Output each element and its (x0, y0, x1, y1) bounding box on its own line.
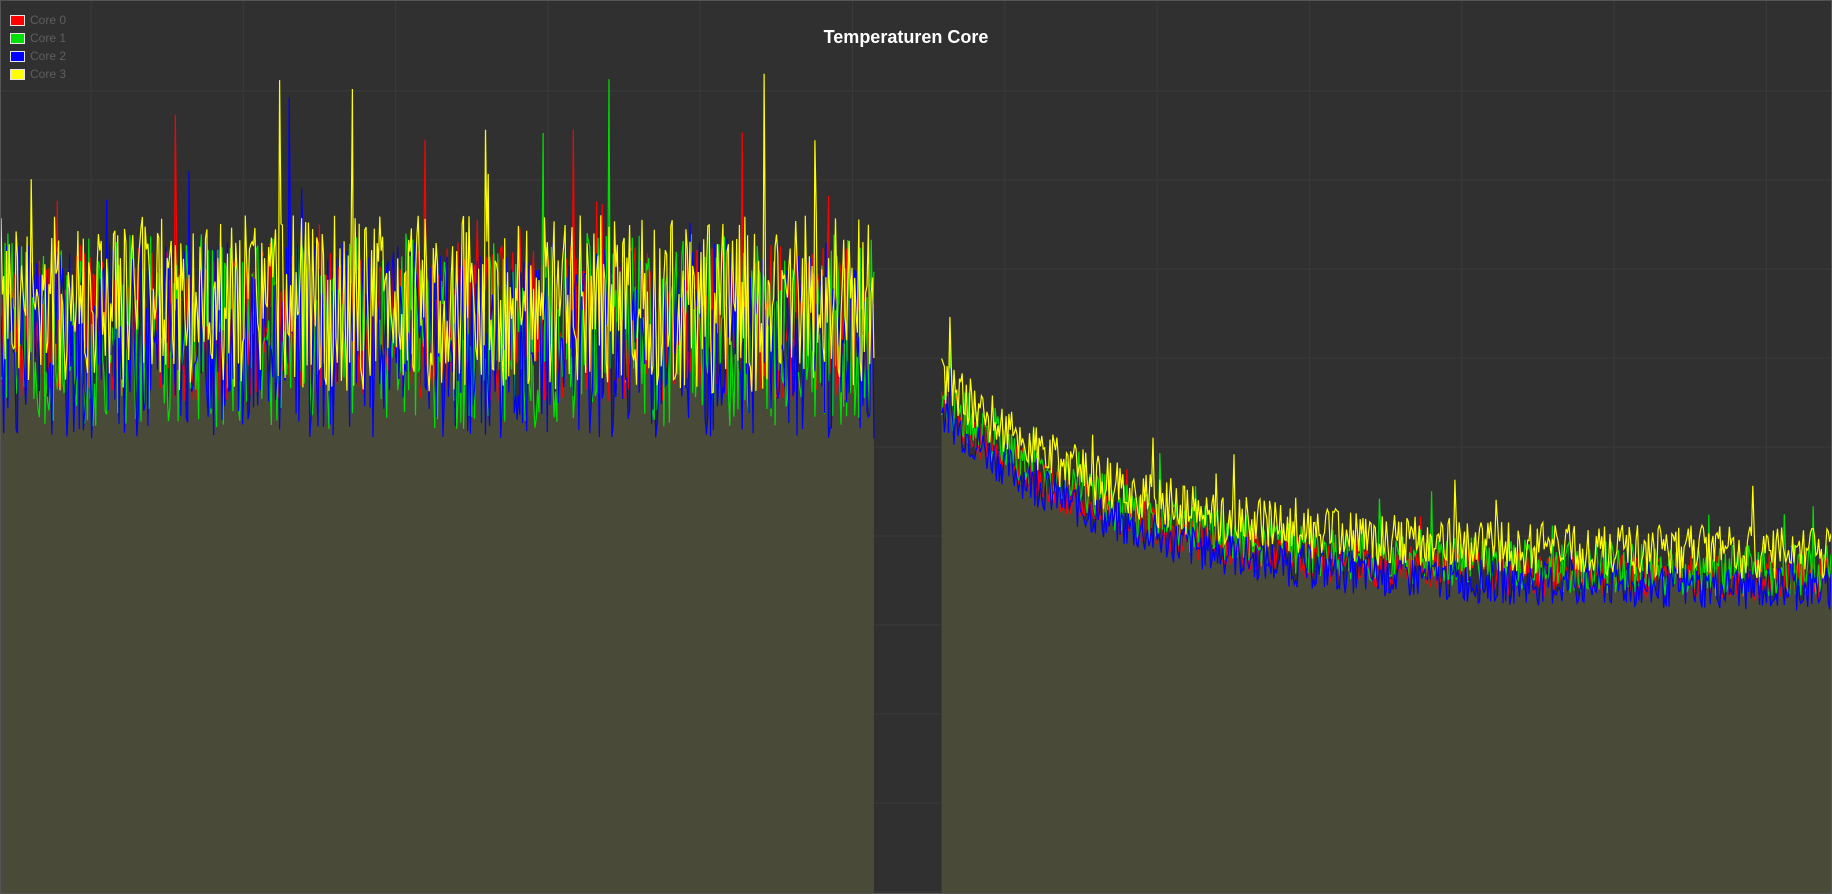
legend-item-core-3[interactable]: Core 3 (10, 65, 66, 83)
chart-frame: Temperaturen Core Core 0 Core 1 Core 2 C… (0, 0, 1832, 894)
legend-swatch-core-3 (10, 68, 25, 80)
legend-swatch-core-0 (10, 14, 25, 26)
legend-item-core-2[interactable]: Core 2 (10, 47, 66, 65)
legend-label-core-2: Core 2 (30, 49, 67, 63)
chart-plot-area (1, 1, 1831, 893)
chart-title: Temperaturen Core (823, 27, 989, 47)
legend-label-core-0: Core 0 (30, 13, 67, 27)
legend-swatch-core-1 (10, 32, 25, 44)
legend-item-core-1[interactable]: Core 1 (10, 29, 66, 47)
area-fill-segment-1 (941, 369, 1831, 893)
legend-label-core-3: Core 3 (30, 67, 67, 81)
legend-swatch-core-2 (10, 50, 25, 62)
legend-label-core-1: Core 1 (30, 31, 67, 45)
legend-item-core-0[interactable]: Core 0 (10, 11, 66, 29)
legend: Core 0 Core 1 Core 2 Core 3 (10, 11, 66, 83)
